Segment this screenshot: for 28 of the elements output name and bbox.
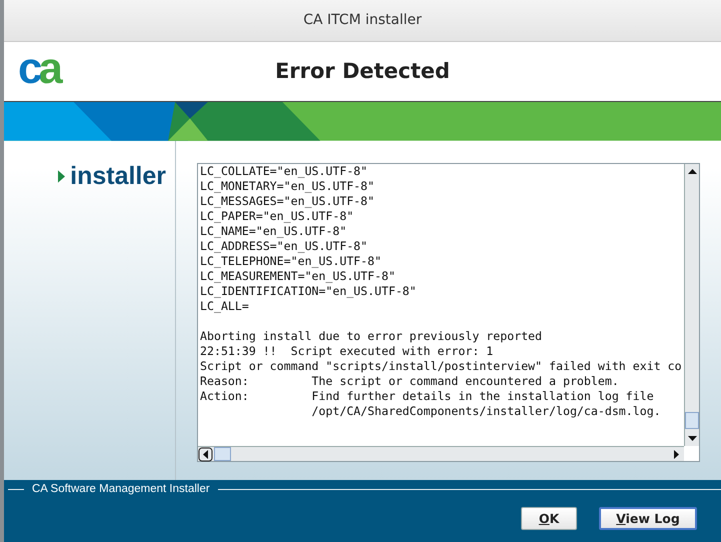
log-line: LC_MESSAGES="en_US.UTF-8" — [200, 194, 375, 209]
log-line: LC_TELEPHONE="en_US.UTF-8" — [200, 254, 382, 269]
log-line: LC_COLLATE="en_US.UTF-8" — [200, 164, 368, 179]
log-line: Aborting install due to error previously reported — [200, 329, 542, 344]
log-line: LC_MONETARY="en_US.UTF-8" — [200, 179, 375, 194]
footer-label: CA Software Management Installer — [32, 483, 210, 495]
page-title: Error Detected — [275, 59, 450, 84]
scroll-thumb[interactable] — [214, 447, 231, 461]
scroll-left-icon[interactable] — [198, 447, 213, 462]
log-line: LC_ALL= — [200, 299, 249, 314]
view-log-button[interactable]: View Log — [599, 507, 697, 530]
horizontal-scrollbar[interactable] — [198, 446, 684, 461]
ok-button[interactable]: OK — [521, 507, 577, 530]
log-line: Script or command "scripts/install/postinterview" failed with exit co — [200, 359, 682, 374]
window-title: CA ITCM installer — [303, 12, 422, 28]
log-line: Action: Find further details in the installation log file — [200, 389, 654, 404]
log-line: Reason: The script or command encountered a problem. — [200, 374, 619, 389]
triangle-icon — [58, 170, 66, 182]
log-line: LC_NAME="en_US.UTF-8" — [200, 224, 347, 239]
log-line: 22:51:39 !! Script executed with error: 1 — [200, 344, 494, 359]
scroll-thumb[interactable] — [685, 412, 699, 429]
sidebar-label: installer — [70, 162, 166, 190]
log-line: LC_MEASUREMENT="en_US.UTF-8" — [200, 269, 396, 284]
log-line: LC_IDENTIFICATION="en_US.UTF-8" — [200, 284, 416, 299]
vertical-scrollbar[interactable] — [684, 164, 699, 446]
log-line: LC_PAPER="en_US.UTF-8" — [200, 209, 354, 224]
log-line: /opt/CA/SharedComponents/installer/log/ca-dsm.log. — [310, 404, 661, 419]
log-line: LC_ADDRESS="en_US.UTF-8" — [200, 239, 368, 254]
